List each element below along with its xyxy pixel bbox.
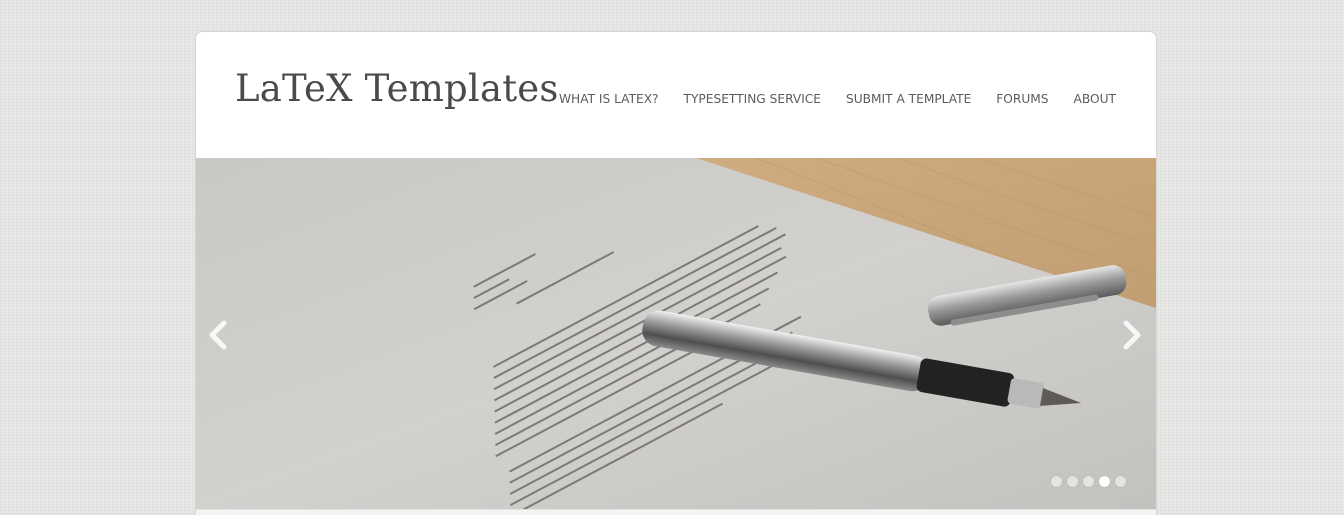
slider-dot-3[interactable] — [1083, 476, 1094, 487]
slider-prev-button[interactable] — [206, 320, 232, 350]
slider-next-button[interactable] — [1118, 320, 1144, 350]
nav-link-about[interactable]: ABOUT — [1074, 92, 1116, 106]
nav-item-what-is-latex: WHAT IS LATEX? — [559, 90, 659, 108]
site-header: LaTeX Templates WHAT IS LATEX? TYPESETTI… — [196, 32, 1156, 158]
slider-dot-5[interactable] — [1115, 476, 1126, 487]
nav-item-about: ABOUT — [1074, 90, 1116, 108]
slider-dot-2[interactable] — [1067, 476, 1078, 487]
chevron-right-icon — [1123, 320, 1141, 350]
site-title-link[interactable]: LaTeX Templates — [235, 70, 559, 107]
image-slider — [196, 158, 1156, 509]
slider-pagination — [1051, 476, 1126, 487]
slider-dot-1[interactable] — [1051, 476, 1062, 487]
nav-link-what-is-latex[interactable]: WHAT IS LATEX? — [559, 92, 659, 106]
nav-link-forums[interactable]: FORUMS — [996, 92, 1048, 106]
nav-item-forums: FORUMS — [996, 90, 1048, 108]
nav-item-typesetting-service: TYPESETTING SERVICE — [684, 90, 821, 108]
nav-item-submit-template: SUBMIT A TEMPLATE — [846, 90, 971, 108]
nav-link-submit-template[interactable]: SUBMIT A TEMPLATE — [846, 92, 971, 106]
main-nav: WHAT IS LATEX? TYPESETTING SERVICE SUBMI… — [559, 90, 1116, 108]
nav-link-typesetting-service[interactable]: TYPESETTING SERVICE — [684, 92, 821, 106]
slider-dot-4[interactable] — [1099, 476, 1110, 487]
chevron-left-icon — [209, 320, 227, 350]
content-top-edge — [196, 509, 1156, 515]
slide-image-letter-and-pen — [196, 158, 1156, 509]
page-container: LaTeX Templates WHAT IS LATEX? TYPESETTI… — [195, 31, 1157, 515]
